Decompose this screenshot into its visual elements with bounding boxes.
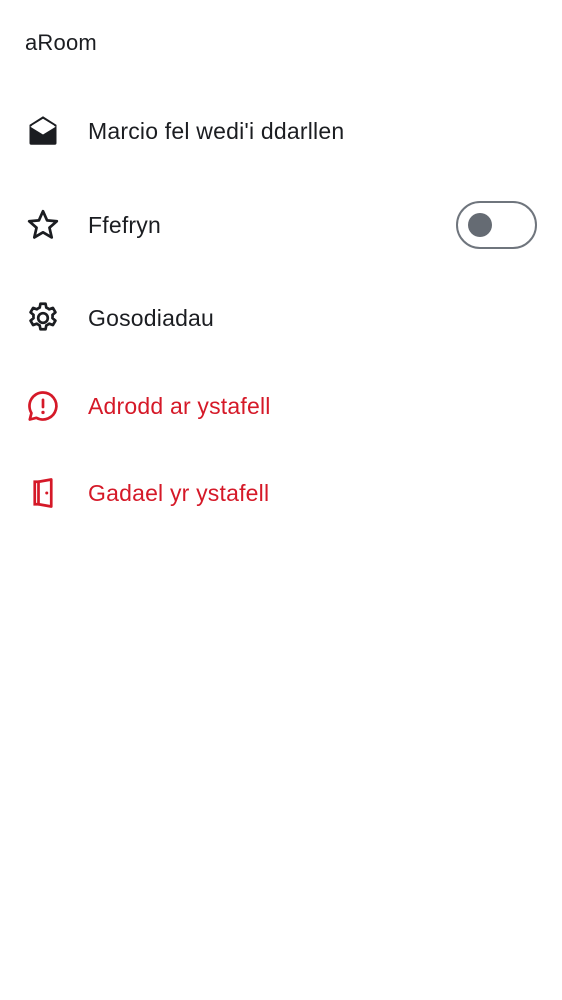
settings-label: Gosodiadau xyxy=(88,305,215,331)
settings-item[interactable]: Gosodiadau xyxy=(0,288,562,348)
report-room-item[interactable]: Adrodd ar ystafell xyxy=(0,376,562,436)
favourite-item[interactable]: Ffefryn xyxy=(0,195,562,255)
room-title: aRoom xyxy=(25,30,97,55)
gear-icon xyxy=(25,300,61,336)
toggle-knob xyxy=(468,213,492,237)
star-icon xyxy=(25,207,61,243)
leave-room-item[interactable]: Gadael yr ystafell xyxy=(0,463,562,523)
chat-error-icon xyxy=(25,388,61,424)
favourite-toggle[interactable] xyxy=(456,201,537,249)
leave-room-label: Gadael yr ystafell xyxy=(88,480,270,506)
leave-door-icon xyxy=(25,475,61,511)
mark-as-read-item[interactable]: Marcio fel wedi'i ddarllen xyxy=(0,101,562,161)
envelope-open-icon xyxy=(25,113,61,149)
favourite-label: Ffefryn xyxy=(88,212,161,238)
mark-as-read-label: Marcio fel wedi'i ddarllen xyxy=(88,118,345,144)
report-room-label: Adrodd ar ystafell xyxy=(88,393,271,419)
